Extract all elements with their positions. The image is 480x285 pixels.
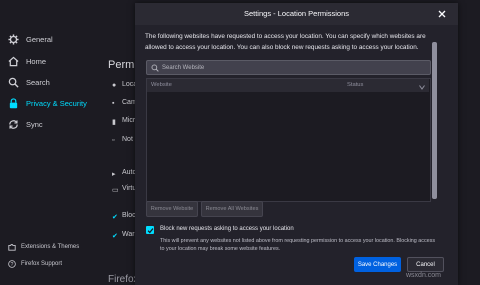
sidebar-item-label: Privacy & Security bbox=[26, 99, 87, 108]
puzzle-icon bbox=[8, 243, 16, 251]
camera-icon: ▪ bbox=[112, 100, 115, 107]
sidebar-item-label: Extensions & Themes bbox=[21, 244, 80, 250]
sidebar-item-label: General bbox=[26, 35, 53, 44]
sidebar-item-search[interactable]: Search bbox=[8, 77, 50, 88]
close-icon[interactable] bbox=[435, 7, 449, 21]
sidebar: General Home Search Privacy & Security S… bbox=[0, 0, 100, 285]
help-icon: ? bbox=[8, 260, 16, 268]
lock-icon bbox=[8, 98, 19, 109]
permission-microphone-label: Micr bbox=[122, 117, 136, 124]
sort-arrow-icon bbox=[419, 83, 425, 90]
block-requests-label[interactable]: Block new requests asking to access your… bbox=[160, 226, 294, 232]
scrollbar[interactable] bbox=[432, 42, 437, 199]
watermark: wsxdn.com bbox=[406, 272, 442, 279]
sidebar-item-general[interactable]: General bbox=[8, 34, 53, 45]
remove-all-websites-button[interactable]: Remove All Websites bbox=[201, 201, 263, 217]
block-requests-checkbox[interactable] bbox=[146, 226, 154, 234]
search-placeholder: Search Website bbox=[162, 64, 205, 71]
websites-table: Website Status bbox=[146, 78, 431, 202]
gear-icon bbox=[8, 34, 19, 45]
checkmark-icon: ✔ bbox=[112, 233, 118, 240]
dialog-body: The following websites have requested to… bbox=[135, 25, 458, 285]
sidebar-item-label: Sync bbox=[26, 120, 43, 129]
search-icon bbox=[151, 64, 159, 72]
search-website-input[interactable]: Search Website bbox=[146, 60, 431, 75]
sidebar-item-label: Search bbox=[26, 78, 50, 87]
notifications-icon: ▫ bbox=[112, 137, 115, 144]
location-permissions-dialog: Settings - Location Permissions The foll… bbox=[135, 3, 458, 285]
block-popups-label: Bloc bbox=[122, 212, 136, 219]
save-changes-button[interactable]: Save Changes bbox=[354, 257, 401, 272]
home-icon bbox=[8, 56, 19, 67]
vr-icon: ▭ bbox=[112, 187, 119, 194]
sidebar-item-label: Firefox Support bbox=[21, 261, 63, 267]
column-header-status-label: Status bbox=[347, 82, 364, 88]
sync-icon bbox=[8, 119, 19, 130]
checkmark-icon bbox=[147, 221, 154, 239]
sidebar-item-home[interactable]: Home bbox=[8, 56, 46, 67]
scrollbar-thumb[interactable] bbox=[432, 42, 437, 199]
sidebar-item-firefox-support[interactable]: ? Firefox Support bbox=[8, 260, 62, 268]
cancel-button[interactable]: Cancel bbox=[407, 257, 444, 272]
sidebar-item-privacy-security[interactable]: Privacy & Security bbox=[8, 98, 87, 109]
location-icon: ● bbox=[112, 82, 117, 89]
checkmark-icon: ✔ bbox=[112, 214, 118, 221]
autoplay-icon: ▸ bbox=[112, 171, 116, 178]
search-icon bbox=[8, 77, 19, 88]
column-header-website[interactable]: Website bbox=[147, 79, 348, 92]
column-header-status[interactable]: Status bbox=[344, 79, 429, 92]
dialog-description: The following websites have requested to… bbox=[145, 33, 426, 51]
microphone-icon: ▮ bbox=[112, 119, 116, 126]
block-requests-note: This will prevent any websites not liste… bbox=[160, 238, 436, 252]
sidebar-item-extensions-themes[interactable]: Extensions & Themes bbox=[8, 243, 79, 251]
svg-text:?: ? bbox=[11, 262, 14, 268]
sidebar-item-sync[interactable]: Sync bbox=[8, 119, 43, 130]
permission-notifications-label: Not bbox=[122, 136, 133, 143]
dialog-title: Settings - Location Permissions bbox=[135, 3, 458, 25]
remove-website-button[interactable]: Remove Website bbox=[146, 201, 198, 217]
warn-addons-label: War bbox=[122, 231, 135, 238]
sidebar-item-label: Home bbox=[26, 57, 47, 66]
